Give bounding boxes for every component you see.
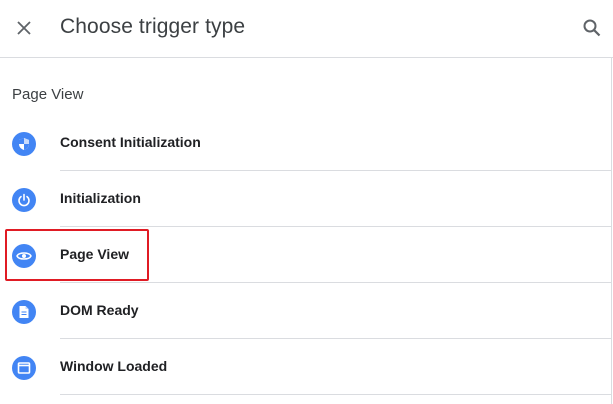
trigger-item-dom-ready[interactable]: DOM Ready	[0, 283, 611, 339]
trigger-item-label: Consent Initialization	[60, 134, 201, 150]
trigger-item-consent-initialization[interactable]: Consent Initialization	[0, 115, 611, 171]
search-button[interactable]	[580, 16, 604, 40]
section-heading: Page View	[12, 86, 84, 103]
trigger-item-label: DOM Ready	[60, 302, 139, 318]
panel-border	[611, 58, 612, 404]
trigger-item-initialization[interactable]: Initialization	[0, 171, 611, 227]
trigger-item-page-view[interactable]: Page View	[0, 227, 611, 283]
search-icon[interactable]	[582, 18, 602, 38]
trigger-item-window-loaded[interactable]: Window Loaded	[0, 339, 611, 395]
trigger-item-label: Window Loaded	[60, 358, 168, 374]
trigger-item-label: Initialization	[60, 190, 141, 206]
dialog-header: Choose trigger type	[0, 0, 613, 58]
power-icon	[12, 188, 36, 212]
trigger-item-label: Page View	[60, 246, 130, 262]
window-icon	[12, 356, 36, 380]
document-icon	[12, 300, 36, 324]
shield-icon	[12, 132, 36, 156]
divider	[60, 394, 611, 395]
close-icon[interactable]	[16, 20, 32, 36]
eye-icon	[12, 244, 36, 268]
trigger-type-list: Consent Initialization Initialization Pa…	[0, 115, 611, 395]
close-button[interactable]	[12, 16, 36, 40]
dialog-title: Choose trigger type	[60, 15, 246, 38]
